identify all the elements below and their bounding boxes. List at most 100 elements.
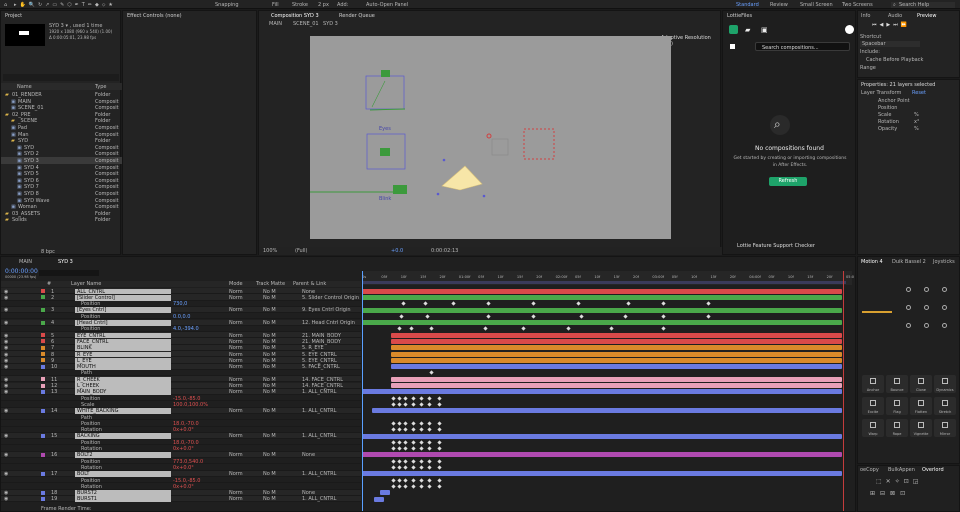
motion-tool-tile[interactable]: Mirror (934, 419, 956, 437)
help-search[interactable]: Search Help (891, 2, 955, 8)
anchor-grid[interactable] (906, 287, 948, 329)
layer-bar[interactable] (391, 383, 842, 389)
keyframe[interactable] (427, 477, 432, 483)
keyframe[interactable] (397, 427, 402, 432)
refresh-button[interactable]: Refresh (769, 177, 807, 186)
layer-bar[interactable] (362, 307, 842, 313)
keyframe[interactable] (437, 458, 442, 464)
motion-tool-tile[interactable]: Dynamics (934, 375, 956, 393)
add-label[interactable]: Add: (337, 2, 348, 8)
keyframe[interactable] (411, 446, 416, 451)
motion-tool-tile[interactable]: Clone (910, 375, 932, 393)
keyframe[interactable] (486, 301, 491, 306)
label-color[interactable] (41, 496, 45, 501)
label-color[interactable] (41, 389, 45, 394)
layer-row[interactable]: ◉ 19 BURST1 Norm No M 1. ALL_CNTRL (1, 495, 361, 503)
effect-controls-title[interactable]: Effect Controls (none) (127, 13, 182, 19)
bulkappen-tab[interactable]: BulkAppen (888, 467, 915, 473)
opacity-value[interactable]: % (914, 126, 919, 132)
preview-tab[interactable]: Preview (917, 13, 936, 19)
keyframe[interactable] (397, 465, 402, 470)
keyframe[interactable] (403, 458, 408, 464)
tool-icons[interactable]: ▸✋🔍↻↗▭✎⬡✒T✏◆⬦★ (14, 2, 116, 8)
duik-tab[interactable]: Duik Bassel 2 (892, 259, 926, 265)
keyframe[interactable] (397, 446, 402, 451)
fill-label[interactable]: Fill (272, 2, 279, 8)
layer-bar[interactable] (362, 389, 842, 395)
keyframe[interactable] (706, 314, 711, 319)
label-color[interactable] (41, 383, 45, 388)
workspace-review[interactable]: Review (770, 2, 788, 8)
keyframe[interactable] (437, 395, 442, 401)
workspace-two[interactable]: Two Screens (842, 2, 873, 8)
keyframe[interactable] (521, 326, 526, 331)
keyframe[interactable] (427, 402, 432, 407)
label-color[interactable] (41, 471, 45, 476)
audio-tab[interactable]: Audio (888, 13, 902, 19)
keyframe[interactable] (411, 421, 416, 426)
overlord-tools-icons-2[interactable]: ⊞⊟⊠⊡ (870, 490, 910, 497)
zoom-select[interactable]: 100% (263, 248, 277, 254)
track-matte-select[interactable]: No M (263, 496, 276, 502)
timeline-tab-main[interactable]: MAIN (19, 259, 32, 265)
keyframe[interactable] (437, 465, 442, 470)
label-color[interactable] (41, 320, 45, 325)
keyframe[interactable] (399, 314, 404, 319)
exposure-value[interactable]: +0.0 (391, 248, 403, 254)
motion-tool-tile[interactable]: Warp (862, 419, 884, 437)
col-name[interactable]: Name (17, 84, 32, 90)
keyframe[interactable] (427, 440, 432, 445)
motion-tool-tile[interactable]: Excite (862, 397, 884, 415)
crumb-main[interactable]: MAIN (269, 21, 282, 27)
label-color[interactable] (41, 452, 45, 457)
motion-tool-tile[interactable]: Rope (886, 419, 908, 437)
keyframe[interactable] (419, 446, 424, 451)
keyframe[interactable] (411, 402, 416, 407)
label-color[interactable] (41, 364, 45, 369)
keyframe[interactable] (411, 427, 416, 432)
keyframe[interactable] (427, 465, 432, 470)
keyframe[interactable] (397, 402, 402, 407)
timeline-timecode[interactable]: 0:00:00:00 (5, 268, 38, 275)
work-area-end[interactable] (843, 271, 844, 511)
keyframe[interactable] (397, 326, 402, 331)
keyframe[interactable] (411, 458, 416, 464)
keyframe[interactable] (419, 427, 424, 432)
lottie-search-input[interactable]: Search compositions... (755, 42, 850, 51)
keyframe[interactable] (427, 427, 432, 432)
layer-bar[interactable] (362, 288, 842, 294)
joysticks-tab[interactable]: Joysticks (933, 259, 955, 265)
keyframe[interactable] (403, 395, 408, 401)
keyframe[interactable] (427, 484, 432, 489)
keyframe[interactable] (403, 477, 408, 483)
keyframe[interactable] (661, 326, 666, 331)
project-item[interactable]: ▰ Solids Folder (1, 216, 122, 223)
render-queue-tab[interactable]: Render Queue (339, 13, 375, 19)
timeline-search-input[interactable] (39, 270, 99, 276)
scale-value[interactable]: % (914, 112, 919, 118)
keyframe[interactable] (429, 370, 434, 376)
keyframe[interactable] (411, 395, 416, 401)
work-area-bar[interactable] (362, 281, 846, 284)
label-color[interactable] (41, 333, 45, 338)
shortcut-select[interactable]: Spacebar (860, 41, 920, 47)
keyframe[interactable] (391, 477, 396, 483)
motion-tool-tile[interactable]: Flag (886, 397, 908, 415)
keyframe[interactable] (437, 427, 442, 432)
layer-bar[interactable] (374, 496, 384, 502)
label-color[interactable] (41, 433, 45, 438)
keyframe[interactable] (403, 427, 408, 432)
time-ruler[interactable]: 0s 05f 10f 15f 20f 01:00f 05f 10f 15f 20f 02:00f 05… (362, 271, 854, 285)
keyframe[interactable] (397, 477, 402, 483)
keyframe[interactable] (397, 421, 402, 426)
keyframe[interactable] (437, 484, 442, 489)
keyframe[interactable] (566, 326, 571, 331)
comp-timecode[interactable]: 0:00:02:13 (431, 248, 458, 254)
image-icon[interactable]: ▣ (761, 26, 768, 34)
keyframe[interactable] (397, 440, 402, 445)
keyframe[interactable] (397, 458, 402, 464)
motion-tool-tile[interactable]: Anchor (862, 375, 884, 393)
label-color[interactable] (41, 339, 45, 344)
keyframe[interactable] (437, 421, 442, 426)
keyframe[interactable] (427, 458, 432, 464)
